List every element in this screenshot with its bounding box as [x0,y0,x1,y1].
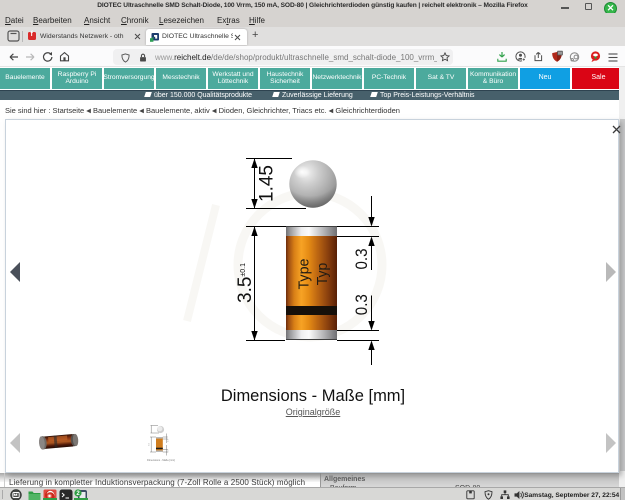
svg-text:0.3: 0.3 [352,294,371,315]
svg-text:0.3: 0.3 [352,249,371,270]
svg-text:Dimensions - Maße [mm]: Dimensions - Maße [mm] [147,459,175,462]
svg-text:1.45: 1.45 [257,165,278,202]
svg-text:Type: Type [296,259,313,290]
svg-text:Typ: Typ [314,263,331,286]
